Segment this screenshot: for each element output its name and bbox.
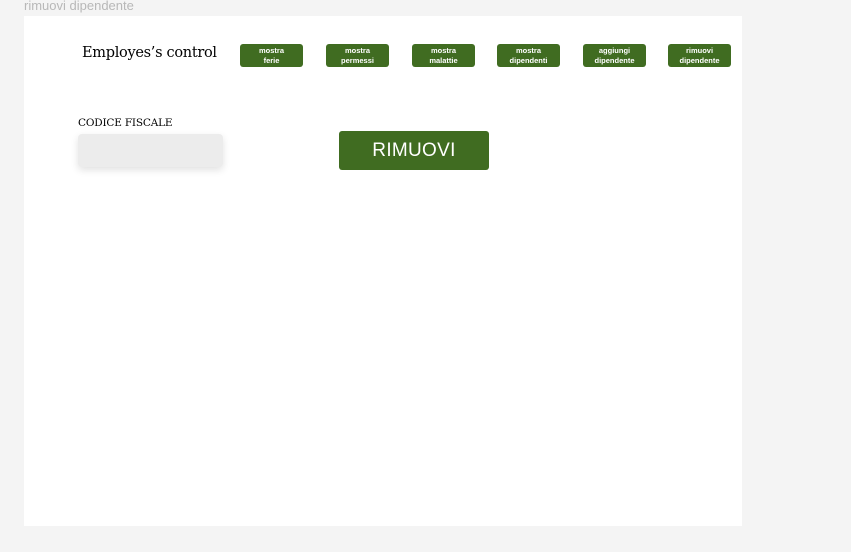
nav-button-label-line1: mostra [258,46,284,55]
nav-button-label-line2: malattie [429,55,458,65]
brand-title: Employes’s control [82,45,217,61]
codice-fiscale-input[interactable] [78,134,223,167]
nav-button-label-line2: ferie [263,55,280,65]
nav-button-mostra-malattie[interactable]: mostra malattie [412,44,475,67]
app-frame: Employes’s control mostra ferie mostra p… [24,16,742,526]
frame-title: rimuovi dipendente [24,0,134,13]
nav-button-mostra-ferie[interactable]: mostra ferie [240,44,303,67]
codice-fiscale-label: CODICE FISCALE [78,117,173,129]
nav-button-mostra-dipendenti[interactable]: mostra dipendenti [497,44,560,67]
nav-button-label-line2: dipendenti [509,55,548,65]
nav-button-label-line1: mostra [344,46,370,55]
nav-button-label-line1: aggiungi [598,46,631,55]
nav-button-rimuovi-dipendente[interactable]: rimuovi dipendente [668,44,731,67]
nav-button-label-line2: permessi [341,55,374,65]
nav-button-label-line1: mostra [430,46,456,55]
nav-button-aggiungi-dipendente[interactable]: aggiungi dipendente [583,44,646,67]
nav-button-label-line1: rimuovi [685,46,714,55]
nav-button-label-line2: dipendente [679,55,720,65]
rimuovi-button[interactable]: RIMUOVI [339,131,489,170]
nav-button-mostra-permessi[interactable]: mostra permessi [326,44,389,67]
nav-button-label-line2: dipendente [594,55,635,65]
nav-button-label-line1: mostra [515,46,541,55]
